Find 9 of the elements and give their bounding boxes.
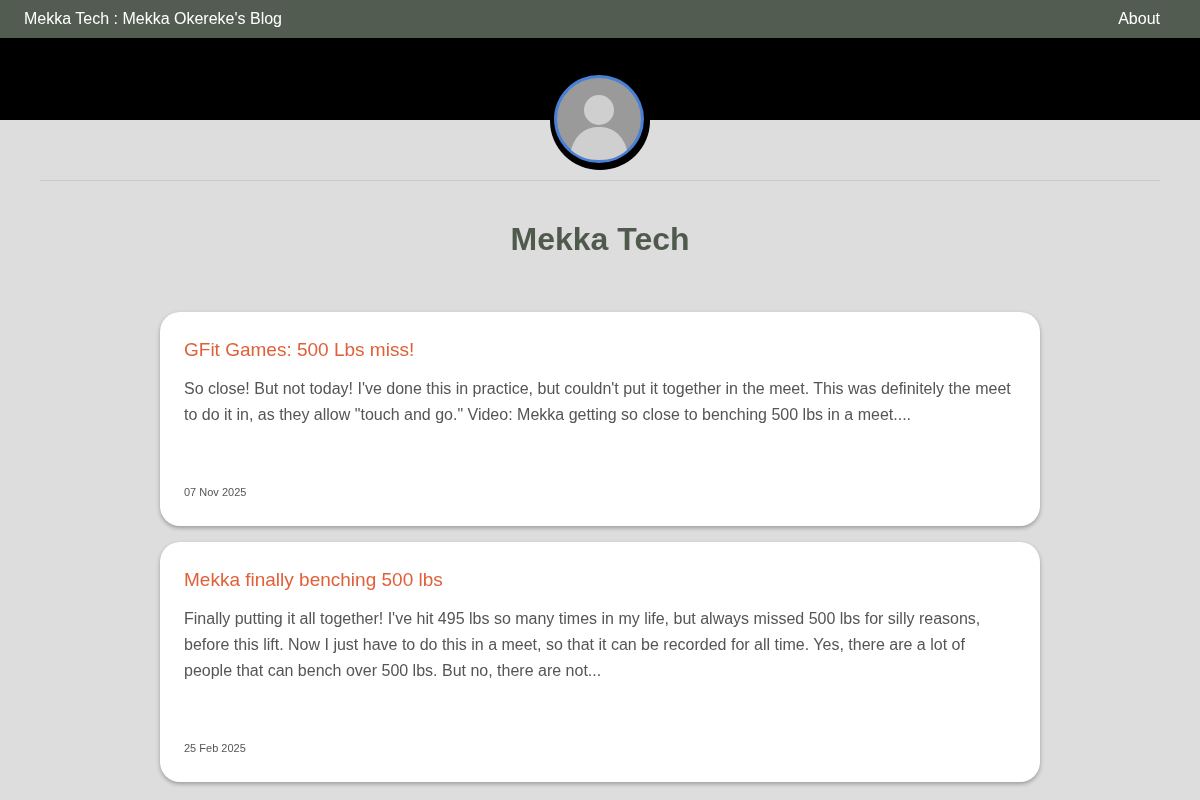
post-title-link[interactable]: GFit Games: 500 Lbs miss!	[184, 336, 1016, 364]
post-title-link[interactable]: Mekka finally benching 500 lbs	[184, 566, 1016, 594]
post-date: 25 Feb 2025	[184, 741, 247, 755]
post-excerpt: Finally putting it all together! I've hit 495 lbs so many times in my life, but always missed 500 lbs for silly reasons, before this lift. Now I just have to do this in a meet, so that it can be recorded for all time. Yes, there are a lot of people that can bench over 500 lbs. But no, there are not...	[184, 609, 982, 681]
post-date: 07 Nov 2025	[184, 485, 248, 499]
site-title-link[interactable]: Mekka Tech : Mekka Okereke's Blog	[24, 10, 282, 28]
page-heading: Mekka Tech	[509, 221, 691, 258]
post-excerpt: So close! But not today! I've done this in practice, but couldn't put it together in the meet. This was definitely the meet to do it in, as they allow "touch and go." Video: Mekka getting so close to benching 500 lbs in a meet....	[184, 379, 1012, 425]
nav-link[interactable]: About	[1118, 10, 1160, 28]
